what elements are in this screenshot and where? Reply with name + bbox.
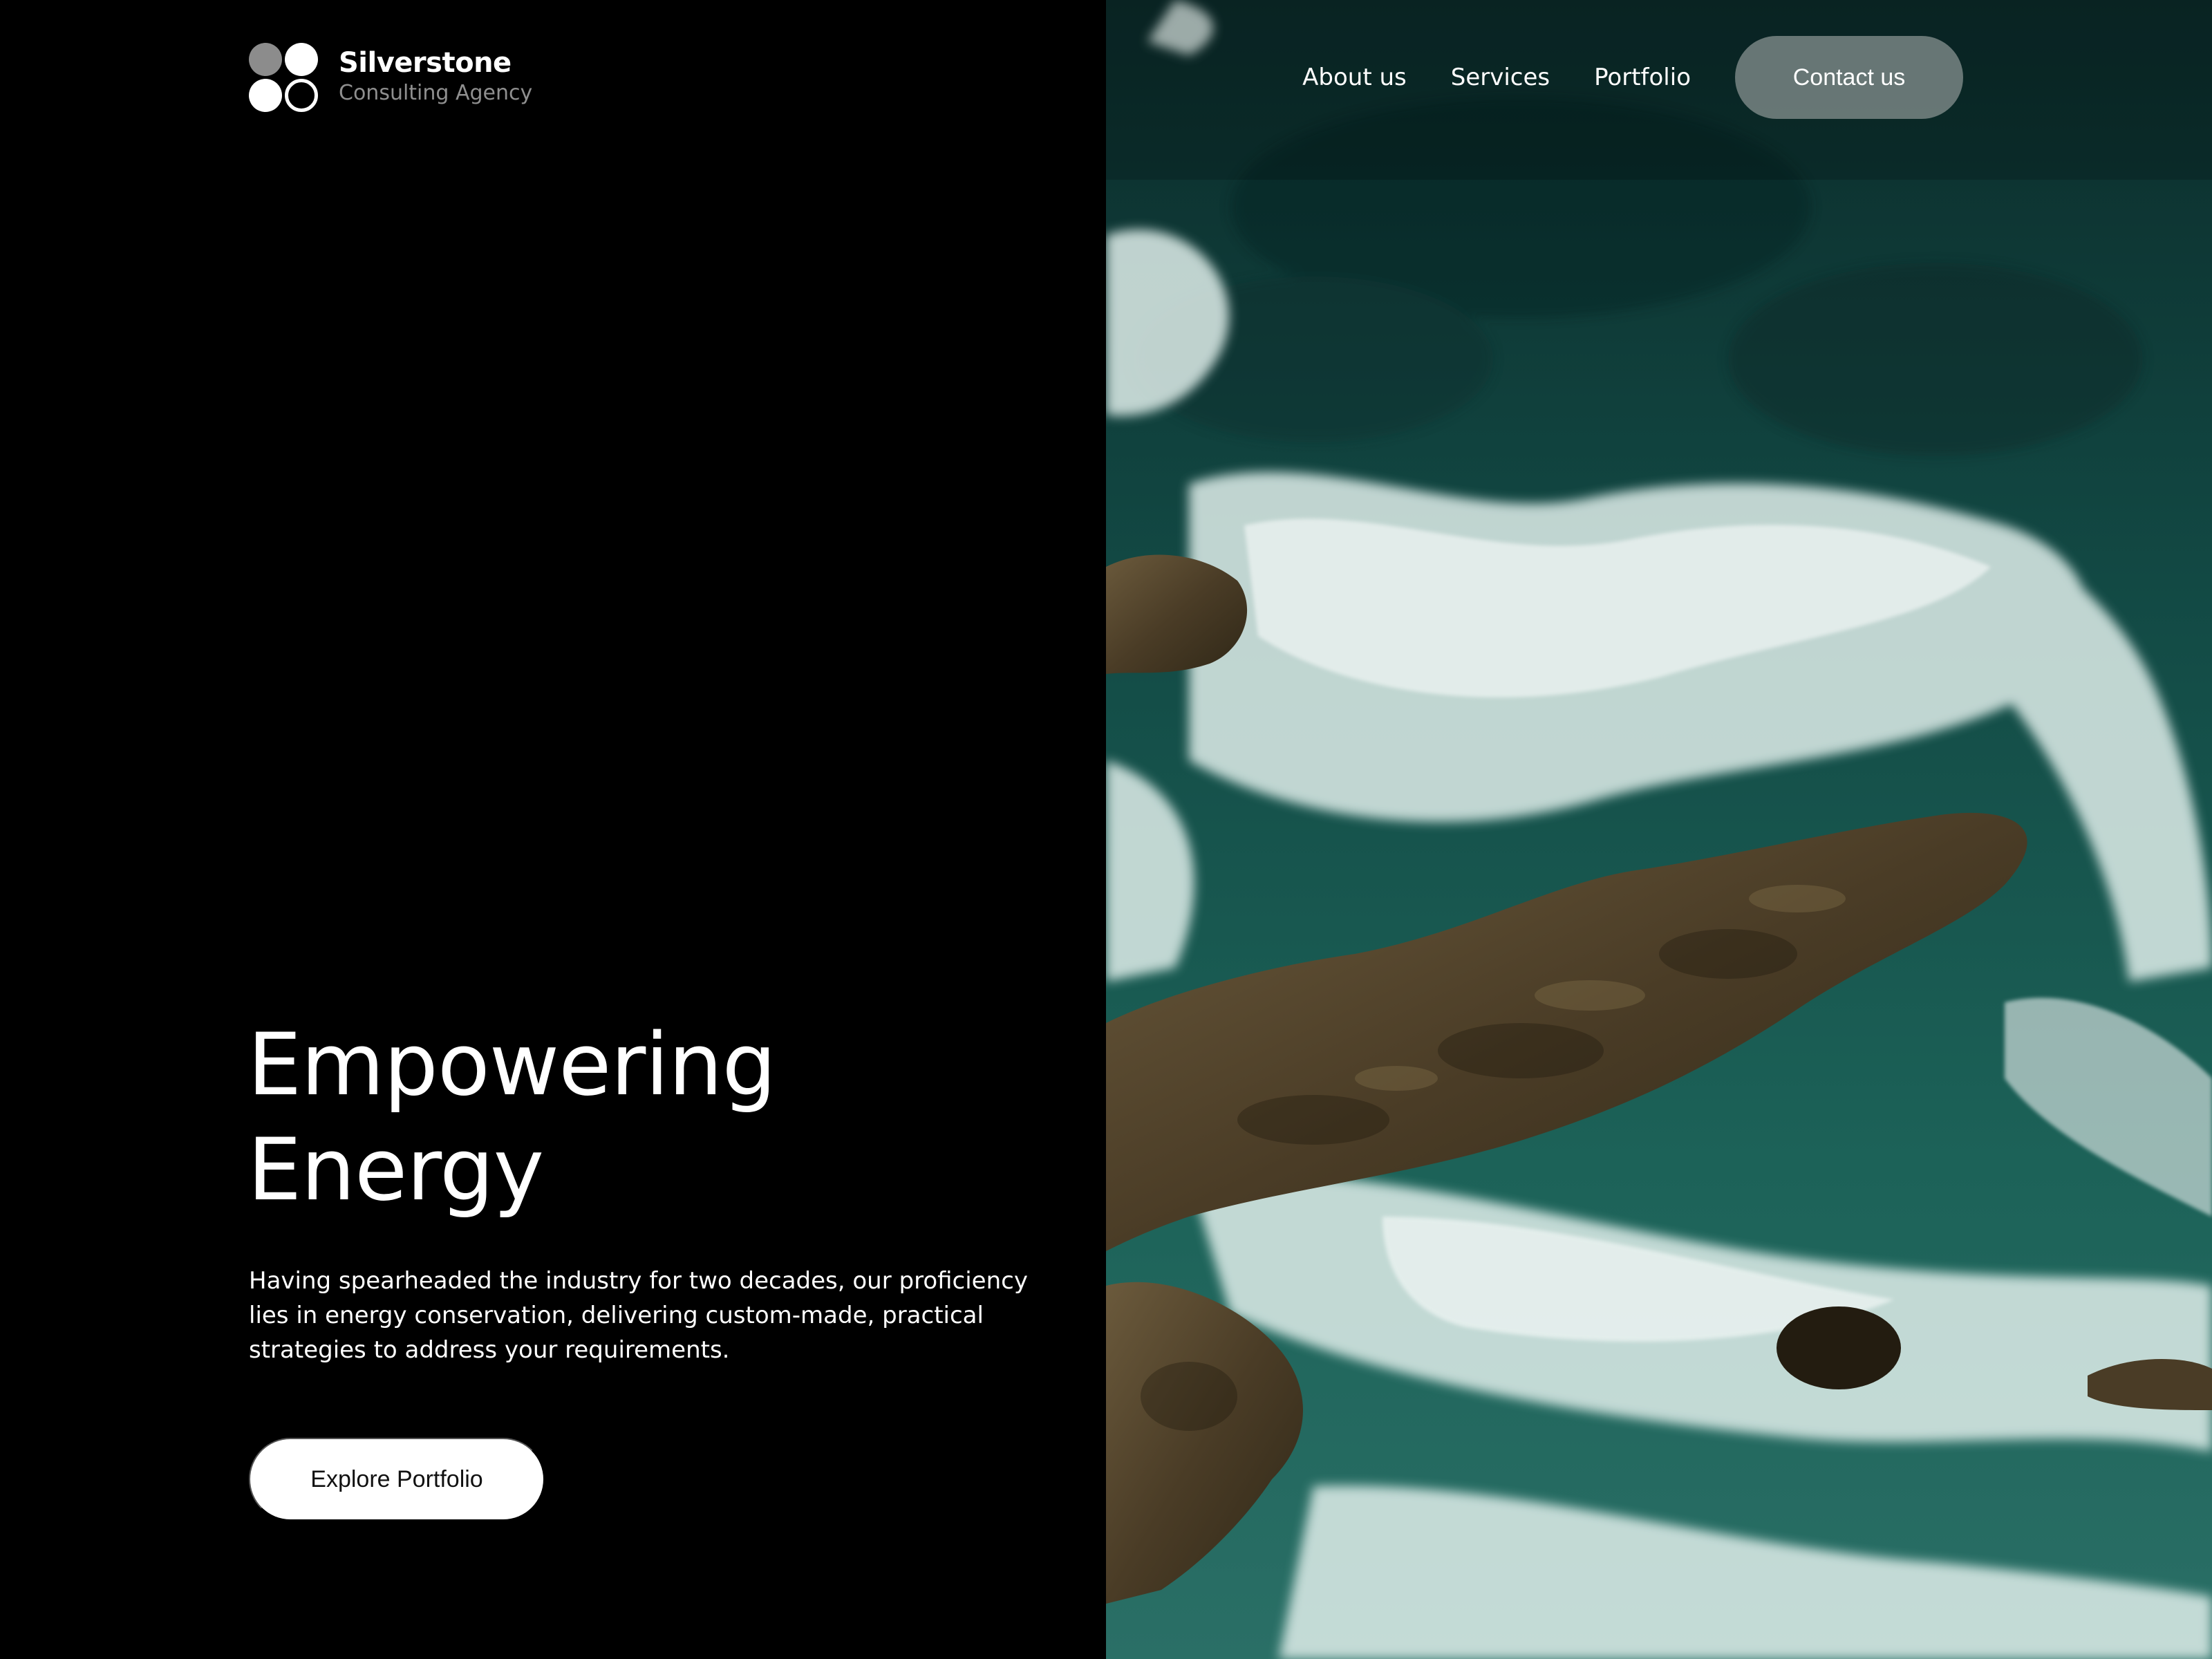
nav-services[interactable]: Services <box>1451 36 1550 119</box>
logo-circle-gray <box>249 43 282 76</box>
landing-page: Silverstone Consulting Agency About us S… <box>0 0 2212 1659</box>
logo-circle-outline <box>285 79 318 112</box>
logo-circle-white <box>249 79 282 112</box>
left-panel <box>0 0 1106 1659</box>
hero-title-line-1: Empowering <box>247 1015 776 1115</box>
brand-logo[interactable]: Silverstone Consulting Agency <box>249 41 532 112</box>
explore-portfolio-button[interactable]: Explore Portfolio <box>249 1438 545 1521</box>
logo-icon <box>249 41 319 112</box>
nav-portfolio[interactable]: Portfolio <box>1594 36 1691 119</box>
hero-image <box>1106 0 2212 1659</box>
contact-us-button[interactable]: Contact us <box>1735 36 1963 119</box>
nav-about-us[interactable]: About us <box>1302 36 1407 119</box>
brand-name: Silverstone <box>339 47 512 79</box>
logo-circle-white <box>285 43 318 76</box>
brand-tagline: Consulting Agency <box>339 81 533 105</box>
ocean-rocks-illustration <box>1106 0 2212 1659</box>
logo-text: Silverstone Consulting Agency <box>339 46 532 107</box>
hero-title-line-2: Energy <box>247 1121 544 1220</box>
main-nav: About us Services Portfolio Contact us <box>1302 36 1963 119</box>
hero-description: Having spearheaded the industry for two … <box>249 1267 1028 1364</box>
hero-title: Empowering Energy <box>247 1013 1008 1223</box>
